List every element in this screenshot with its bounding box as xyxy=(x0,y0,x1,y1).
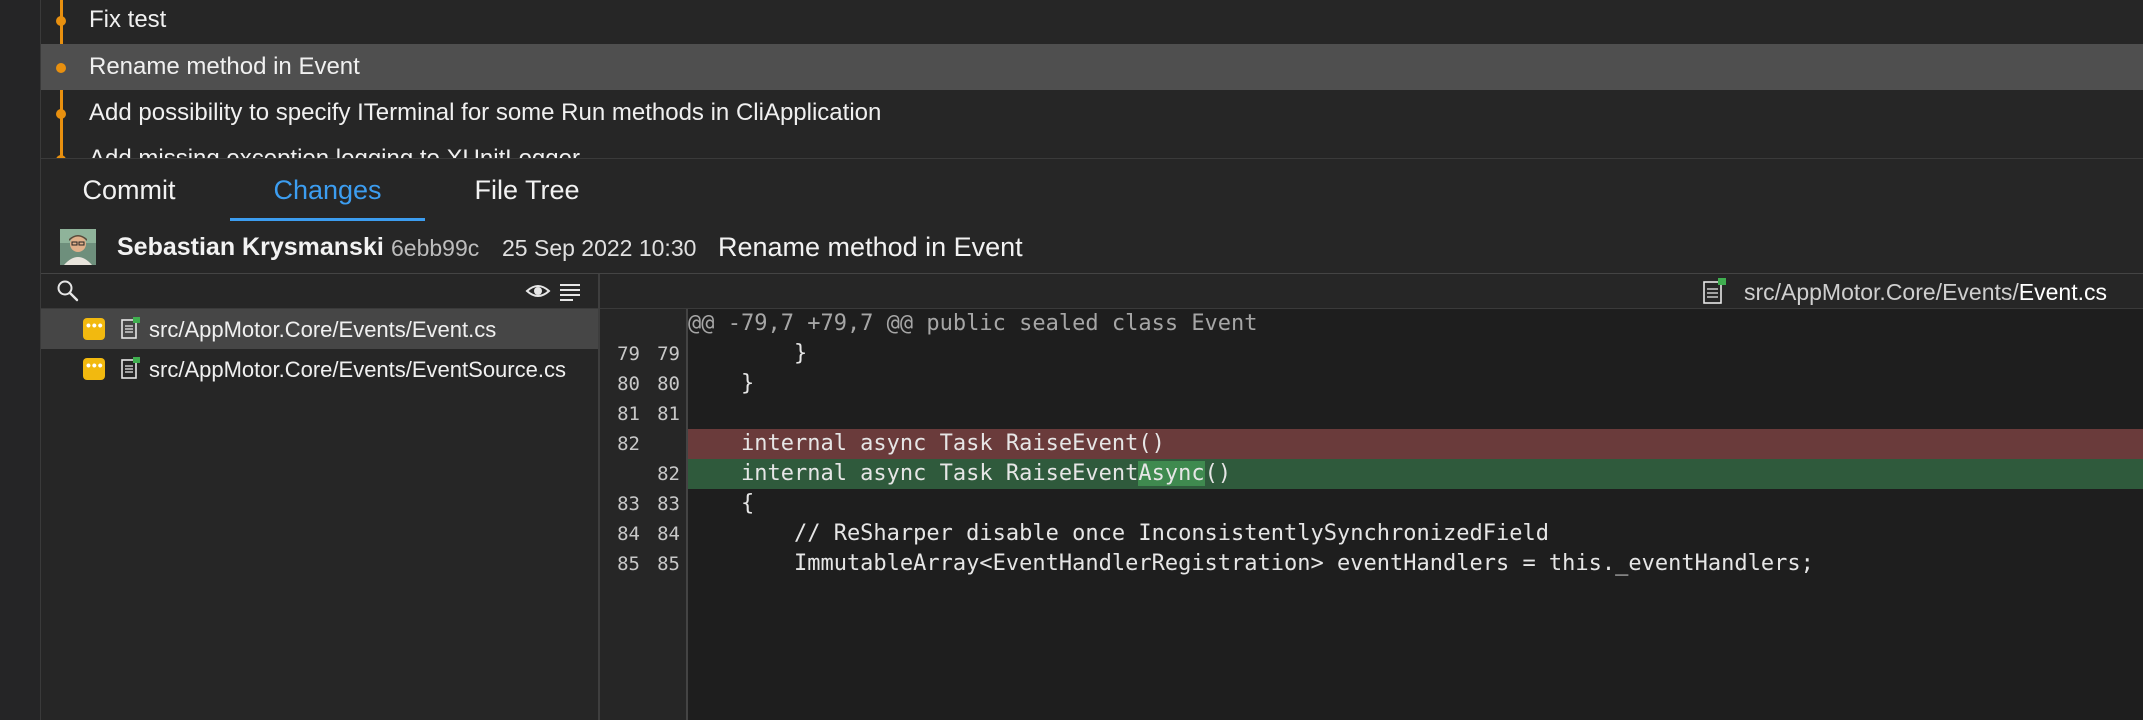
tab-label: Changes xyxy=(273,174,382,205)
commit-hash[interactable]: 6ebb99c xyxy=(391,235,479,262)
deleted-line: internal async Task RaiseEvent() xyxy=(688,429,2143,459)
context-line: ImmutableArray<EventHandlerRegistration>… xyxy=(688,551,1814,576)
new-line-number: 83 xyxy=(657,493,680,515)
main-area: Fix test Rename method in Event Add poss… xyxy=(41,0,2143,720)
eye-icon[interactable] xyxy=(525,278,551,304)
file-toolbar xyxy=(41,274,598,309)
commit-message: Add missing exception logging to XUnitLo… xyxy=(89,145,580,158)
diff-viewer: src/AppMotor.Core/Events/Event.cs 79 79 … xyxy=(600,274,2143,720)
old-line-number: 83 xyxy=(617,493,640,515)
context-line: } xyxy=(688,371,755,396)
old-line-number: 81 xyxy=(617,403,640,425)
commit-message: Rename method in Event xyxy=(89,53,360,80)
modified-badge-icon: ••• xyxy=(83,317,105,340)
added-line-text: () xyxy=(1204,461,1232,486)
tab-label: Commit xyxy=(82,174,176,205)
changed-files-panel: ••• src/AppMotor.Core/Events/Event.cs ••… xyxy=(41,274,600,720)
file-icon xyxy=(121,357,141,379)
file-path: src/AppMotor.Core/Events/EventSource.cs xyxy=(149,357,566,382)
commit-date: 25 Sep 2022 10:30 xyxy=(502,235,697,261)
file-icon xyxy=(1703,278,1727,304)
avatar xyxy=(60,229,96,265)
tab-changes[interactable]: Changes xyxy=(230,159,425,221)
new-line-number: 85 xyxy=(657,553,680,575)
commit-row-selected[interactable]: Rename method in Event xyxy=(41,44,2143,90)
new-line-number: 80 xyxy=(657,373,680,395)
added-line: internal async Task RaiseEventAsync() xyxy=(688,459,2143,489)
commit-row[interactable]: Add possibility to specify ITerminal for… xyxy=(41,90,2143,136)
old-line-number: 82 xyxy=(617,433,640,455)
list-icon[interactable] xyxy=(557,278,583,304)
diff-file-name: Event.cs xyxy=(2018,279,2107,305)
left-sidebar xyxy=(0,0,41,720)
diff-file-dir: src/AppMotor.Core/Events/ xyxy=(1743,279,2019,305)
old-line-number: 85 xyxy=(617,553,640,575)
commit-row[interactable]: Fix test xyxy=(41,0,2143,43)
commit-dot-icon xyxy=(56,63,66,73)
old-line-number: 80 xyxy=(617,373,640,395)
diff-file-path: src/AppMotor.Core/Events/Event.cs xyxy=(1744,279,2107,306)
commit-header: Sebastian Krysmanski 6ebb99c 25 Sep 2022… xyxy=(41,221,2143,274)
line-number-gutter: 79 79 80 80 81 81 82 82 83 83 84 84 85 8… xyxy=(600,309,688,720)
file-icon xyxy=(121,317,141,339)
new-line-number: 81 xyxy=(657,403,680,425)
diff-header: src/AppMotor.Core/Events/Event.cs xyxy=(600,274,2143,309)
new-line-number: 82 xyxy=(657,463,680,485)
file-path: src/AppMotor.Core/Events/Event.cs xyxy=(149,317,497,342)
commit-message: Fix test xyxy=(89,6,167,33)
file-list-item[interactable]: ••• src/AppMotor.Core/Events/EventSource… xyxy=(41,349,598,389)
detail-tabs: Commit Changes File Tree xyxy=(41,158,2143,222)
diff-code: @@ -79,7 +79,7 @@ public sealed class Ev… xyxy=(688,309,2143,720)
tab-label: File Tree xyxy=(474,174,580,205)
file-list-item-selected[interactable]: ••• src/AppMotor.Core/Events/Event.cs xyxy=(41,309,598,349)
old-line-number: 84 xyxy=(617,523,640,545)
added-line-text: internal async Task RaiseEvent xyxy=(688,461,1139,486)
added-highlight: Async xyxy=(1138,461,1205,486)
modified-badge-icon: ••• xyxy=(83,357,105,380)
context-line xyxy=(688,399,2143,429)
commit-dot-icon xyxy=(56,16,66,26)
new-line-number: 84 xyxy=(657,523,680,545)
old-line-number: 79 xyxy=(617,343,640,365)
new-line-number: 79 xyxy=(657,343,680,365)
commit-message: Add possibility to specify ITerminal for… xyxy=(89,99,882,126)
commit-title: Rename method in Event xyxy=(718,232,1023,262)
context-line: { xyxy=(688,491,755,516)
hunk-header: @@ -79,7 +79,7 @@ public sealed class Ev… xyxy=(688,311,1258,336)
context-line: } xyxy=(688,341,808,366)
tab-file-tree[interactable]: File Tree xyxy=(452,159,602,221)
commit-dot-icon xyxy=(56,109,66,119)
search-icon[interactable] xyxy=(55,278,81,304)
commit-row[interactable]: Add missing exception logging to XUnitLo… xyxy=(41,136,2143,158)
context-line: // ReSharper disable once Inconsistently… xyxy=(688,521,1549,546)
tab-commit[interactable]: Commit xyxy=(69,159,189,221)
commit-history: Fix test Rename method in Event Add poss… xyxy=(41,0,2143,158)
commit-author: Sebastian Krysmanski xyxy=(117,233,384,261)
